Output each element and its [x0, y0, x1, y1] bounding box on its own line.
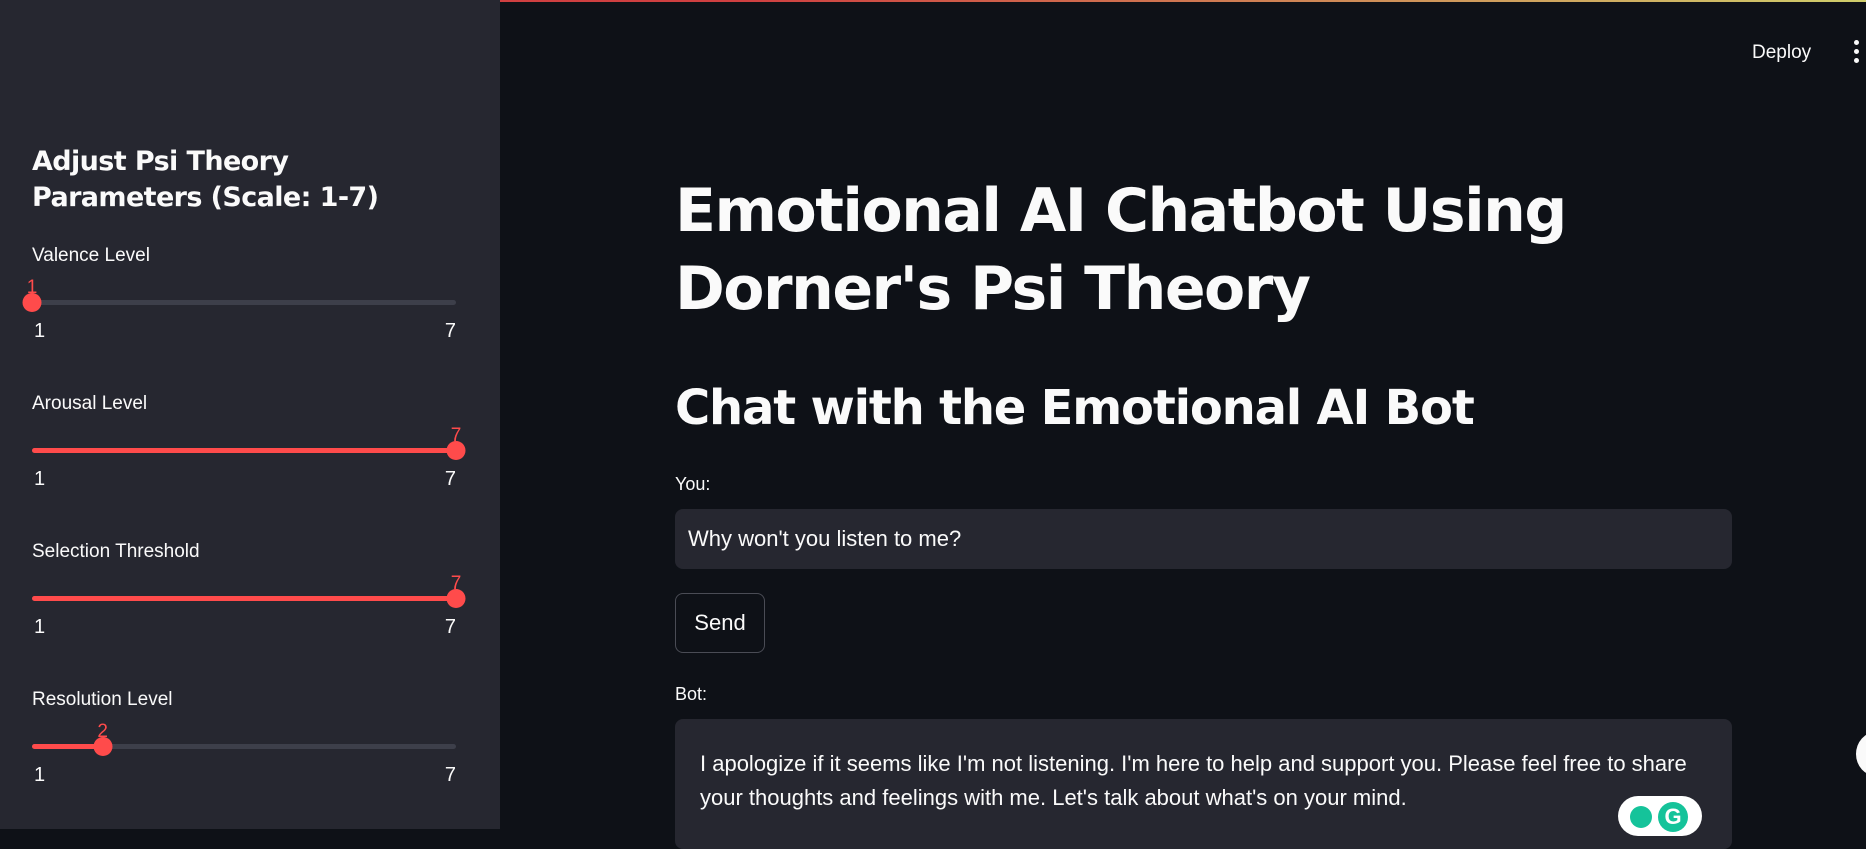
slider-thumb[interactable]: [93, 737, 113, 756]
slider-track[interactable]: [32, 300, 456, 305]
more-vertical-icon[interactable]: [1850, 40, 1862, 64]
send-button[interactable]: Send: [675, 593, 765, 653]
slider-min-label: 1: [34, 616, 46, 638]
message-input[interactable]: [675, 509, 1732, 569]
floating-action-icon[interactable]: [1856, 732, 1866, 776]
slider-label: Resolution Level: [32, 689, 173, 710]
slider-track[interactable]: [32, 596, 456, 601]
slider-thumb[interactable]: [22, 293, 42, 312]
slider-min-label: 1: [34, 468, 46, 490]
slider-label: Selection Threshold: [32, 541, 200, 562]
slider-fill: [32, 744, 103, 749]
slider-label: Arousal Level: [32, 393, 148, 414]
grammarly-widget-icon[interactable]: G: [1618, 796, 1702, 836]
resolution-slider[interactable]: Resolution Level 2 1 7: [32, 689, 456, 809]
sidebar: Adjust Psi Theory Parameters (Scale: 1-7…: [0, 0, 500, 829]
sparkle-icon: [1630, 806, 1652, 828]
valence-slider[interactable]: Valence Level 1 1 7: [22, 245, 456, 365]
arousal-slider[interactable]: Arousal Level 7 1 7: [32, 393, 466, 513]
page-title: Emotional AI Chatbot Using Dorner's Psi …: [675, 176, 1567, 324]
slider-max-label: 7: [444, 320, 456, 342]
deploy-button[interactable]: Deploy: [1744, 38, 1819, 68]
bot-response: I apologize if it seems like I'm not lis…: [675, 719, 1732, 849]
selection-threshold-slider[interactable]: Selection Threshold 7 1 7: [32, 541, 466, 661]
slider-min-label: 1: [34, 320, 46, 342]
slider-fill: [32, 448, 456, 453]
slider-label: Valence Level: [32, 245, 150, 266]
slider-max-label: 7: [444, 468, 456, 490]
slider-max-label: 7: [444, 764, 456, 786]
grammarly-g-icon: G: [1658, 802, 1688, 832]
bot-label: Bot:: [675, 684, 708, 704]
you-label: You:: [675, 474, 711, 494]
slider-min-label: 1: [34, 764, 46, 786]
slider-track[interactable]: [32, 448, 456, 453]
slider-fill: [32, 596, 456, 601]
slider-thumb[interactable]: [446, 589, 466, 608]
sidebar-title: Adjust Psi Theory Parameters (Scale: 1-7…: [32, 146, 379, 213]
slider-max-label: 7: [444, 616, 456, 638]
slider-thumb[interactable]: [446, 441, 466, 460]
chat-subtitle: Chat with the Emotional AI Bot: [675, 380, 1475, 436]
